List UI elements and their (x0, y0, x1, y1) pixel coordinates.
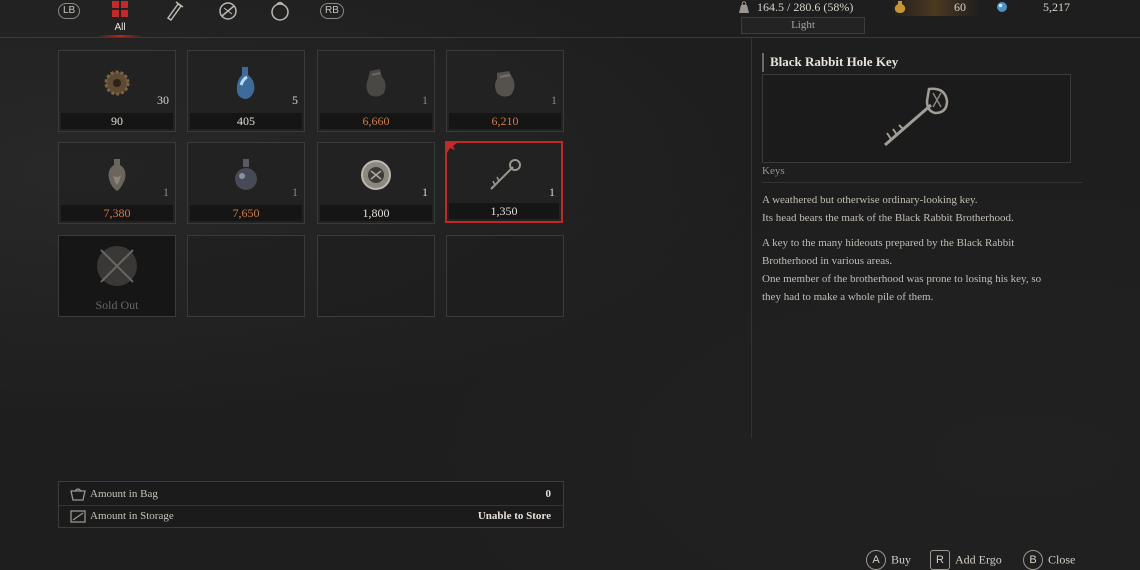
sold-out-icon (97, 246, 137, 286)
item-price: 1,350 (449, 203, 559, 219)
add-ergo-control[interactable]: R Add Ergo (930, 550, 1002, 570)
grid-slot-empty (187, 235, 305, 317)
add-ergo-label: Add Ergo (955, 552, 1002, 567)
consumable-icon[interactable] (162, 0, 186, 22)
amount-in-bag-label: Amount in Bag (90, 488, 158, 500)
item-detail-image (762, 74, 1071, 163)
amount-in-storage-label: Amount in Storage (90, 510, 174, 522)
rb-button[interactable]: RB (320, 3, 344, 19)
round-flask-icon (235, 159, 257, 190)
active-tab-underline (97, 35, 143, 37)
amulet-icon[interactable] (268, 0, 292, 22)
grid-item-sold-out[interactable]: Sold Out (58, 235, 176, 317)
dark-pouch-icon (366, 69, 386, 97)
amount-in-storage-value: Unable to Store (477, 510, 551, 522)
item-price: 1,800 (320, 205, 432, 221)
lb-button[interactable]: LB (58, 3, 81, 19)
item-category: Keys (762, 165, 785, 177)
shop-screen: LB All RB 164.5 / 280.6 (58%) Light 60 5… (0, 0, 1140, 570)
grid-item[interactable]: 1 1,800 (317, 142, 435, 224)
bag-icon (70, 488, 86, 501)
description-line: Its head bears the mark of the Black Rab… (762, 212, 1014, 224)
description-line: One member of the brotherhood was prone … (762, 273, 1042, 285)
item-price: 7,380 (61, 205, 173, 221)
r-stick-icon: R (930, 550, 950, 570)
item-quantity: 1 (422, 185, 428, 199)
grid-slot-empty (317, 235, 435, 317)
item-price: 90 (61, 113, 173, 129)
tab-all-label: All (114, 22, 126, 33)
weight-class: Light (741, 17, 865, 34)
grid-slot-empty (446, 235, 564, 317)
item-quantity: 1 (422, 93, 428, 107)
a-button-icon: A (866, 550, 886, 570)
medallion-icon (361, 160, 391, 190)
ergo-flask-icon (894, 1, 906, 13)
amount-info-panel: Amount in Bag 0 Amount in Storage Unable… (58, 481, 564, 528)
weight-icon (739, 1, 749, 13)
item-price: 6,210 (449, 113, 561, 129)
detail-separator (762, 182, 1082, 183)
buy-label: Buy (891, 552, 912, 567)
item-price: 7,650 (190, 205, 302, 221)
grid-item[interactable]: 5 405 (187, 50, 305, 132)
sold-out-label: Sold Out (95, 298, 139, 312)
item-quantity: 5 (292, 93, 298, 107)
grid-item[interactable]: 1 7,380 (58, 142, 176, 224)
gear-cog-icon (104, 70, 130, 96)
blue-vial-icon (236, 67, 255, 99)
grid-item[interactable]: 30 90 (58, 50, 176, 132)
item-price: 6,660 (320, 113, 432, 129)
material-icon[interactable] (216, 0, 240, 22)
key-icon (884, 87, 949, 147)
item-quantity: 1 (549, 185, 555, 199)
weight-value: 164.5 / 280.6 (58%) (757, 0, 854, 14)
item-quantity: 1 (551, 93, 557, 107)
heart-flask-icon (108, 159, 126, 191)
item-quantity: 1 (292, 185, 298, 199)
grey-pouch-icon (495, 71, 515, 97)
buy-control[interactable]: A Buy (866, 550, 911, 570)
grid-item[interactable]: 1 7,650 (187, 142, 305, 224)
ergo-orb-icon (997, 2, 1007, 12)
amount-in-bag-row: Amount in Bag 0 (59, 483, 563, 505)
storage-icon (70, 510, 86, 523)
top-bar: LB All RB 164.5 / 280.6 (58%) Light 60 5… (0, 0, 1140, 38)
item-price: 405 (190, 113, 302, 129)
close-control[interactable]: B Close (1023, 550, 1075, 570)
amount-in-bag-value: 0 (545, 488, 552, 500)
item-description-2: A key to the many hideouts prepared by t… (762, 234, 1082, 306)
description-line: A weathered but otherwise ordinary-looki… (762, 194, 978, 206)
ergo-item-count: 60 (954, 0, 966, 14)
ergo-value: 5,217 (1043, 0, 1070, 14)
item-quantity: 1 (163, 185, 169, 199)
amount-in-storage-row: Amount in Storage Unable to Store (59, 505, 563, 527)
grid-item[interactable]: 1 6,210 (446, 50, 564, 132)
description-line: Brotherhood in various areas. (762, 255, 893, 267)
description-line: they had to make a whole pile of them. (762, 291, 934, 303)
grid-item-selected[interactable]: 1 1,350 (445, 141, 563, 223)
item-quantity: 30 (157, 93, 169, 107)
b-button-icon: B (1023, 550, 1043, 570)
close-label: Close (1048, 552, 1076, 567)
key-icon (490, 159, 521, 190)
selection-corner-mark (447, 143, 457, 153)
description-line: A key to the many hideouts prepared by t… (762, 237, 1015, 249)
grid-icon[interactable] (108, 0, 132, 22)
item-description-1: A weathered but otherwise ordinary-looki… (762, 191, 1082, 227)
grid-item[interactable]: 1 6,660 (317, 50, 435, 132)
panel-divider (751, 38, 752, 438)
item-detail-title: Black Rabbit Hole Key (762, 53, 1072, 72)
